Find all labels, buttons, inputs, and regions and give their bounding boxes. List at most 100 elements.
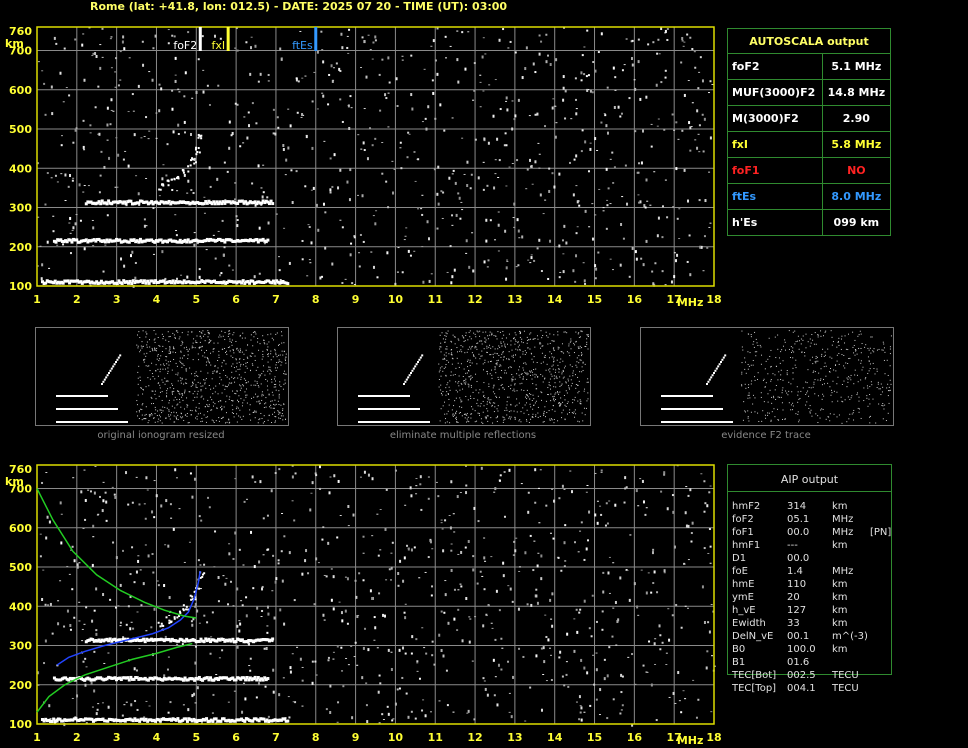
noise-dot xyxy=(309,508,312,512)
noise-dot xyxy=(68,222,71,224)
thumb-dot xyxy=(582,420,584,422)
thumb-trace xyxy=(376,408,378,410)
thumb-dot xyxy=(155,370,157,372)
noise-dot xyxy=(636,605,639,609)
f2-trace-point xyxy=(198,151,201,154)
thumb-dot xyxy=(162,335,164,337)
thumb-dot xyxy=(495,395,497,397)
thumb-dot xyxy=(186,397,188,399)
noise-dot xyxy=(527,259,530,261)
trace-point xyxy=(120,281,124,285)
noise-dot xyxy=(630,57,633,61)
thumb-dot xyxy=(221,348,223,350)
noise-dot xyxy=(440,519,443,521)
noise-dot xyxy=(527,510,530,514)
noise-dot xyxy=(446,704,449,707)
noise-dot xyxy=(353,656,356,658)
thumb-dot xyxy=(460,411,462,413)
thumb-dot xyxy=(466,414,468,416)
noise-dot xyxy=(91,55,94,57)
thumb-dot xyxy=(878,388,880,390)
thumb-dot xyxy=(870,381,872,383)
thumb-dot xyxy=(155,350,157,352)
noise-dot xyxy=(369,127,372,130)
thumb-f2 xyxy=(109,369,112,372)
noise-dot xyxy=(352,513,355,517)
thumb-dot xyxy=(809,405,811,407)
thumb-dot xyxy=(519,356,521,358)
noise-dot xyxy=(131,93,134,96)
noise-dot xyxy=(325,575,328,578)
thumb-dot xyxy=(795,413,797,415)
thumb-dot xyxy=(459,406,461,408)
thumb-dot xyxy=(558,368,560,370)
thumb-dot xyxy=(196,415,198,417)
noise-dot xyxy=(661,270,664,273)
thumb-dot xyxy=(568,343,570,345)
thumb-dot xyxy=(845,362,847,364)
noise-dot xyxy=(267,715,270,718)
noise-dot xyxy=(47,604,50,606)
thumb-dot xyxy=(138,409,140,411)
noise-dot xyxy=(419,475,422,479)
thumb-dot xyxy=(528,422,530,424)
thumb-dot xyxy=(212,371,214,373)
thumb-trace xyxy=(74,421,76,423)
thumb-dot xyxy=(514,416,516,418)
thumb-dot xyxy=(169,347,171,349)
thumb-dot xyxy=(531,378,533,380)
thumb-dot xyxy=(139,376,141,378)
noise-dot xyxy=(635,489,638,493)
thumb-trace xyxy=(675,421,677,423)
noise-dot xyxy=(131,250,134,254)
f2-trace-point xyxy=(194,148,197,151)
thumb-dot xyxy=(234,392,236,394)
thumb-dot xyxy=(237,368,239,370)
thumb-dot xyxy=(525,419,527,421)
noise-dot xyxy=(497,176,500,178)
thumb-dot xyxy=(552,340,554,342)
thumb-dot xyxy=(233,352,235,354)
thumb-dot xyxy=(158,418,160,420)
noise-dot xyxy=(460,550,463,554)
thumb-trace xyxy=(661,408,663,410)
thumb-dot xyxy=(486,408,488,410)
noise-dot xyxy=(681,36,684,40)
thumb-dot xyxy=(881,404,883,406)
thumb-dot xyxy=(479,389,481,391)
thumb-dot xyxy=(256,382,258,384)
noise-dot xyxy=(83,469,86,471)
thumb-dot xyxy=(264,374,266,376)
thumb-dot xyxy=(520,373,522,375)
thumb-dot xyxy=(527,396,529,398)
thumb-dot xyxy=(868,370,870,372)
thumb-dot xyxy=(157,375,159,377)
thumb-dot xyxy=(157,382,159,384)
thumb-dot xyxy=(577,400,579,402)
noise-dot xyxy=(183,120,186,124)
noise-dot xyxy=(427,105,430,109)
noise-dot xyxy=(371,144,374,147)
thumb-trace xyxy=(388,408,390,410)
noise-dot xyxy=(136,708,139,711)
thumb-dot xyxy=(207,330,209,332)
thumb-dot xyxy=(151,414,153,416)
noise-dot xyxy=(233,690,236,692)
thumb-dot xyxy=(522,407,524,409)
noise-dot xyxy=(595,668,598,672)
noise-dot xyxy=(97,703,100,705)
noise-dot xyxy=(550,618,553,620)
thumb-dot xyxy=(280,404,282,406)
thumb-dot xyxy=(168,364,170,366)
thumb-dot xyxy=(195,384,197,386)
thumb-trace xyxy=(102,408,104,410)
noise-dot xyxy=(323,619,326,621)
noise-dot xyxy=(631,653,634,656)
thumb-dot xyxy=(545,400,547,402)
thumb-dot xyxy=(443,367,445,369)
thumb-dot xyxy=(760,346,762,348)
thumb-dot xyxy=(138,331,140,333)
noise-dot xyxy=(42,569,45,571)
thumb-dot xyxy=(210,352,212,354)
noise-dot xyxy=(697,133,700,135)
